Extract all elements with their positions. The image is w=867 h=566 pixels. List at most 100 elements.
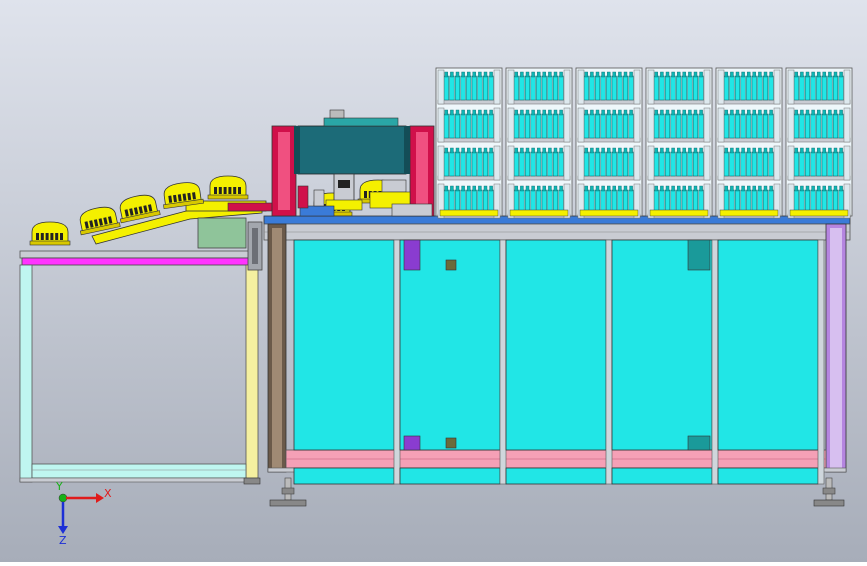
tray-side [437, 107, 445, 143]
foot-pad [243, 477, 261, 485]
cad-viewport[interactable]: X Y Z [0, 0, 867, 562]
bottle-cap [455, 147, 460, 154]
panel-upper [717, 239, 819, 451]
bottle-cap [800, 109, 804, 116]
bottle-cap [595, 109, 600, 116]
tray-bottle [617, 75, 623, 101]
tray-side [437, 69, 445, 105]
bottle-cap [584, 185, 588, 192]
bottle-cap [688, 109, 692, 116]
tray-bottle [530, 113, 536, 139]
tray-bottle [729, 151, 735, 177]
bottle-cap [483, 109, 488, 116]
bottle-cap [724, 147, 728, 154]
fixture-slot [364, 191, 367, 198]
tray-side [493, 107, 501, 143]
tray-bottle [664, 113, 671, 139]
tray-bottle [460, 113, 466, 139]
tray-shelf [507, 137, 571, 143]
tray-side [633, 145, 641, 181]
bottle-cap [553, 147, 558, 154]
tray-bottle [519, 151, 525, 177]
bottle-cap [461, 71, 465, 78]
bottle-cap [618, 147, 622, 154]
bottle-cap [800, 147, 804, 154]
panel-lower [293, 467, 395, 485]
tray-bottle [606, 151, 612, 177]
bottle-cap [747, 147, 751, 154]
bottle-cap [531, 71, 535, 78]
bottle-cap [520, 109, 524, 116]
bottle-cap [763, 109, 768, 116]
tray-bottle [659, 151, 665, 177]
bottle-cap [489, 147, 493, 154]
tray-shelf [577, 175, 641, 181]
panel-lower [399, 467, 501, 485]
tray-bottle [751, 75, 757, 101]
fixture-slot [36, 233, 39, 240]
tray-side [773, 107, 781, 143]
infeed-right-leg [245, 264, 259, 483]
bottle-cap [828, 147, 832, 154]
bottle-cap [817, 185, 821, 192]
tray-bottle [653, 75, 659, 101]
tray-side [717, 145, 725, 181]
tray-bottle [762, 151, 769, 177]
tray-side [577, 69, 585, 105]
bottle-cap [514, 185, 518, 192]
tray-bottle [816, 151, 822, 177]
panel-upper [293, 239, 395, 451]
tray-bottle [827, 113, 833, 139]
tray-side [647, 145, 655, 181]
bottle-cap [805, 71, 810, 78]
infeed-bottom-rail [31, 463, 247, 479]
bottle-cap [741, 185, 745, 192]
tray-bottle [804, 113, 811, 139]
bottle-cap [839, 185, 843, 192]
bottle-cap [478, 147, 482, 154]
bottle-cap [682, 185, 686, 192]
foot-pad [813, 499, 845, 507]
bottle-cap [548, 71, 552, 78]
tray-bottle [466, 151, 472, 177]
tray-bottle [622, 113, 629, 139]
bottle-cap [467, 185, 471, 192]
tray-bottle [810, 75, 816, 101]
bottle-cap [584, 147, 588, 154]
tray-bottle [541, 75, 547, 101]
tray-bottle [757, 113, 763, 139]
bottle-cap [654, 185, 658, 192]
tray-side [563, 145, 571, 181]
fixture-slot [233, 187, 237, 194]
tray-side [703, 69, 711, 105]
bottle-cap [758, 109, 762, 116]
tray-bottle [589, 75, 595, 101]
tray-bottle [810, 151, 816, 177]
bottle-cap [537, 109, 541, 116]
bottle-cap [537, 185, 541, 192]
fixture-slot [40, 233, 44, 240]
tray-bottle [594, 151, 601, 177]
bottle-cap [833, 185, 838, 192]
bottle-cap [623, 185, 628, 192]
bottle-cap [769, 109, 773, 116]
tray-bottle [687, 113, 693, 139]
panel-upper [611, 239, 713, 451]
bottle-cap [472, 185, 476, 192]
bottle-cap [489, 109, 493, 116]
bottle-cap [537, 71, 541, 78]
bottle-cap [660, 71, 664, 78]
tray-stack [645, 67, 713, 219]
bottle-cap [553, 109, 558, 116]
bottle-cap [595, 185, 600, 192]
tray-bottle [558, 113, 564, 139]
bottle-cap [478, 71, 482, 78]
tray-bottle [547, 113, 553, 139]
tray-bottle [477, 151, 483, 177]
tray-bottle [751, 113, 757, 139]
tray-bottle [670, 113, 676, 139]
bottle-cap [483, 71, 488, 78]
tray-shelf [507, 175, 571, 181]
foot-nut [822, 487, 836, 495]
tray-bottle [589, 113, 595, 139]
